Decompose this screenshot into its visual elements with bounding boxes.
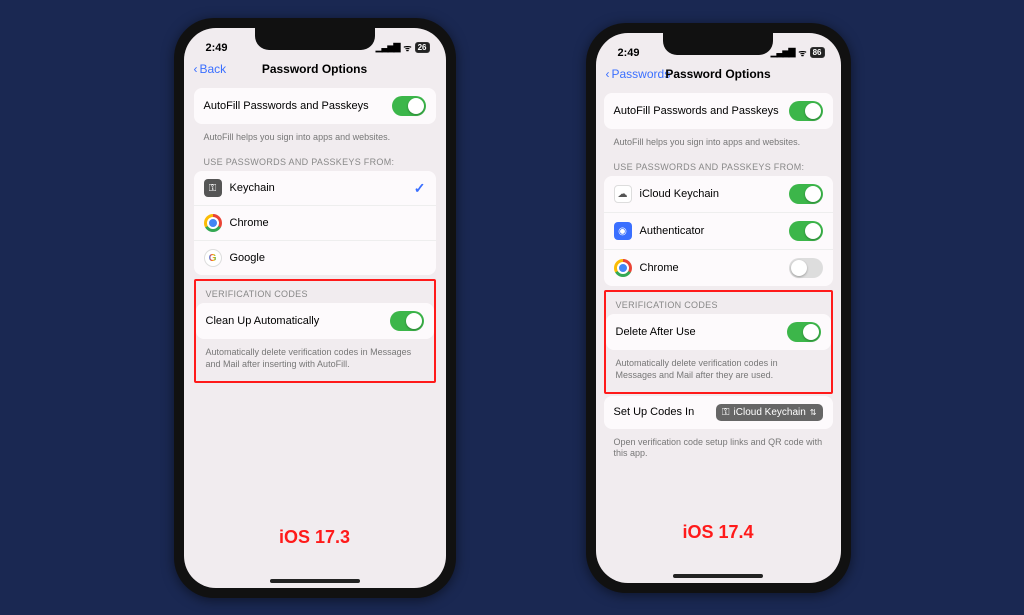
chrome-icon (204, 214, 222, 232)
verification-header: VERIFICATION CODES (196, 283, 434, 303)
autofill-footer: AutoFill helps you sign into apps and we… (604, 133, 833, 157)
highlight-box: VERIFICATION CODES Clean Up Automaticall… (194, 279, 436, 382)
setup-select[interactable]: ⚿ iCloud Keychain ⇅ (716, 404, 823, 421)
highlight-box: VERIFICATION CODES Delete After Use Auto… (604, 290, 833, 393)
wifi-icon: ᯤ (403, 41, 410, 54)
signal-icon: ▁▃▅▇ (771, 47, 795, 58)
source-label: iCloud Keychain (640, 188, 789, 200)
back-label: Passwords (612, 67, 671, 81)
chevron-left-icon: ‹ (606, 67, 610, 81)
verification-card: Clean Up Automatically (196, 303, 434, 339)
home-indicator[interactable] (673, 574, 763, 578)
autofill-toggle[interactable] (789, 101, 823, 121)
authenticator-icon: ◉ (614, 222, 632, 240)
page-title: Password Options (665, 67, 770, 81)
sources-header: USE PASSWORDS AND PASSKEYS FROM: (194, 151, 436, 171)
version-label: iOS 17.4 (682, 522, 753, 543)
source-label: Keychain (230, 182, 414, 194)
key-icon: ⚿ (722, 407, 730, 418)
version-label: iOS 17.3 (279, 527, 350, 548)
battery-icon: 86 (810, 47, 825, 58)
home-indicator[interactable] (270, 579, 360, 583)
source-label: Chrome (230, 217, 426, 229)
autofill-row[interactable]: AutoFill Passwords and Passkeys (194, 88, 436, 124)
autofill-toggle[interactable] (392, 96, 426, 116)
status-right: ▁▃▅▇ ᯤ 26 (376, 41, 430, 54)
verification-label: Clean Up Automatically (206, 315, 390, 327)
verification-toggle[interactable] (787, 322, 821, 342)
source-label: Google (230, 252, 426, 264)
chevron-left-icon: ‹ (194, 62, 198, 76)
source-label: Authenticator (640, 225, 789, 237)
verification-row[interactable]: Delete After Use (606, 314, 831, 350)
autofill-card: AutoFill Passwords and Passkeys (194, 88, 436, 124)
sources-card: ☁ iCloud Keychain ◉ Authenticator Chrome (604, 176, 833, 286)
page-title: Password Options (262, 62, 367, 76)
source-row-chrome[interactable]: Chrome (194, 206, 436, 241)
autofill-card: AutoFill Passwords and Passkeys (604, 93, 833, 129)
status-right: ▁▃▅▇ ᯤ 86 (771, 46, 825, 59)
autofill-label: AutoFill Passwords and Passkeys (204, 100, 392, 112)
phone-left: 2:49 ▁▃▅▇ ᯤ 26 ‹ Back Password Options A… (174, 18, 456, 598)
autofill-label: AutoFill Passwords and Passkeys (614, 105, 789, 117)
source-toggle[interactable] (789, 184, 823, 204)
content: AutoFill Passwords and Passkeys AutoFill… (596, 89, 841, 472)
verification-footer: Automatically delete verification codes … (196, 343, 434, 378)
status-time: 2:49 (618, 47, 640, 59)
source-row-chrome[interactable]: Chrome (604, 250, 833, 286)
sources-card: ⚿ Keychain ✓ Chrome G Google (194, 171, 436, 275)
checkmark-icon: ✓ (414, 180, 426, 197)
verification-label: Delete After Use (616, 326, 787, 338)
battery-icon: 26 (415, 42, 430, 53)
google-icon: G (204, 249, 222, 267)
verification-header: VERIFICATION CODES (606, 294, 831, 314)
nav-bar: ‹ Back Password Options (184, 56, 446, 84)
source-row-authenticator[interactable]: ◉ Authenticator (604, 213, 833, 250)
chevron-updown-icon: ⇅ (810, 408, 817, 417)
source-row-keychain[interactable]: ⚿ Keychain ✓ (194, 171, 436, 206)
source-toggle[interactable] (789, 258, 823, 278)
nav-bar: ‹ Passwords Password Options (596, 61, 841, 89)
back-label: Back (200, 62, 227, 76)
verification-footer: Automatically delete verification codes … (606, 354, 831, 389)
status-time: 2:49 (206, 42, 228, 54)
verification-toggle[interactable] (390, 311, 424, 331)
setup-card: Set Up Codes In ⚿ iCloud Keychain ⇅ (604, 396, 833, 429)
source-row-google[interactable]: G Google (194, 241, 436, 275)
screen: 2:49 ▁▃▅▇ ᯤ 26 ‹ Back Password Options A… (184, 28, 446, 588)
signal-icon: ▁▃▅▇ (376, 42, 400, 53)
cloud-icon: ☁ (614, 185, 632, 203)
source-row-icloud[interactable]: ☁ iCloud Keychain (604, 176, 833, 213)
chrome-icon (614, 259, 632, 277)
setup-footer: Open verification code setup links and Q… (604, 433, 833, 468)
autofill-footer: AutoFill helps you sign into apps and we… (194, 128, 436, 152)
back-button[interactable]: ‹ Passwords (606, 67, 671, 81)
verification-row[interactable]: Clean Up Automatically (196, 303, 434, 339)
back-button[interactable]: ‹ Back (194, 62, 227, 76)
phone-right: 2:49 ▁▃▅▇ ᯤ 86 ‹ Passwords Password Opti… (586, 23, 851, 593)
setup-row[interactable]: Set Up Codes In ⚿ iCloud Keychain ⇅ (604, 396, 833, 429)
setup-label: Set Up Codes In (614, 406, 695, 418)
source-label: Chrome (640, 262, 789, 274)
notch (255, 28, 375, 50)
screen: 2:49 ▁▃▅▇ ᯤ 86 ‹ Passwords Password Opti… (596, 33, 841, 583)
content: AutoFill Passwords and Passkeys AutoFill… (184, 84, 446, 389)
setup-value: iCloud Keychain (734, 407, 806, 418)
autofill-row[interactable]: AutoFill Passwords and Passkeys (604, 93, 833, 129)
verification-card: Delete After Use (606, 314, 831, 350)
source-toggle[interactable] (789, 221, 823, 241)
sources-header: USE PASSWORDS AND PASSKEYS FROM: (604, 156, 833, 176)
key-icon: ⚿ (204, 179, 222, 197)
wifi-icon: ᯤ (798, 46, 805, 59)
notch (663, 33, 773, 55)
